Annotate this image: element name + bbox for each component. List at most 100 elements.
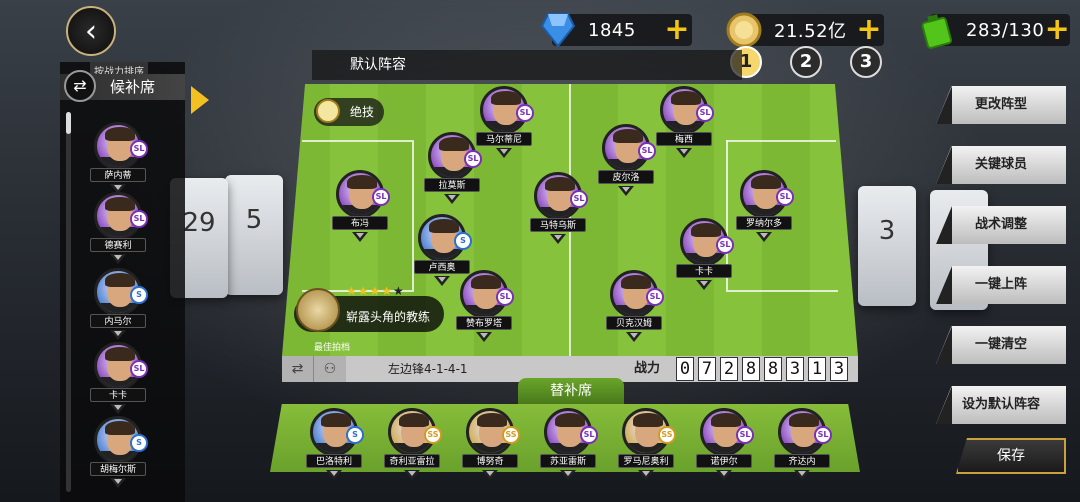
rank-badge: SL <box>130 210 148 228</box>
coin-icon <box>726 12 762 48</box>
player-card[interactable]: SL 马尔蒂尼 <box>476 86 534 164</box>
tactics-button[interactable]: 战术调整 <box>936 206 1066 244</box>
player-card[interactable]: SL 拉莫斯 <box>424 132 482 210</box>
power-digit: 3 <box>830 357 848 381</box>
player-card[interactable]: SL 诺伊尔 <box>696 408 754 486</box>
subs-tab[interactable]: 替补席 <box>518 378 624 404</box>
penalty-box-line <box>726 140 836 142</box>
coins-resource: 21.52亿 + <box>726 12 884 48</box>
position-marker <box>560 470 576 480</box>
expand-arrow-icon[interactable] <box>191 86 209 114</box>
power-digit: 0 <box>676 357 694 381</box>
formation-name[interactable]: 左边锋4-1-4-1 <box>388 356 468 382</box>
player-card[interactable]: SL 马特乌斯 <box>530 172 588 250</box>
bench-scrollbar[interactable] <box>66 112 71 492</box>
rank-badge: SL <box>516 104 534 122</box>
power-digit: 1 <box>808 357 826 381</box>
position-marker <box>326 470 342 480</box>
player-card[interactable]: SL 赞布罗塔 <box>456 270 514 348</box>
player-card[interactable]: S 内马尔 <box>90 268 148 346</box>
player-name: 苏亚雷斯 <box>540 454 596 468</box>
player-name: 布冯 <box>332 216 388 230</box>
coach-star-empty: ★ <box>393 284 405 298</box>
player-card[interactable]: SL 卡卡 <box>90 342 148 420</box>
player-card[interactable]: SL 苏亚雷斯 <box>540 408 598 486</box>
gems-resource: 1845 + <box>540 13 692 48</box>
locker-shirt <box>858 186 916 306</box>
player-name: 齐达内 <box>774 454 830 468</box>
rank-badge: SL <box>464 150 482 168</box>
rank-badge: S <box>346 426 364 444</box>
player-card[interactable]: SL 卡卡 <box>676 218 734 296</box>
swap-positions-button[interactable]: ⇄ <box>282 356 314 382</box>
rank-badge: SL <box>570 190 588 208</box>
position-marker <box>110 404 126 414</box>
player-card[interactable]: SL 罗纳尔多 <box>736 170 794 248</box>
player-card[interactable]: SL 皮尔洛 <box>598 124 656 202</box>
lineup-page-2[interactable]: 2 <box>790 46 822 78</box>
power-digit: 3 <box>786 357 804 381</box>
rank-badge: SS <box>502 426 520 444</box>
power-digit: 8 <box>742 357 760 381</box>
rank-badge: SL <box>736 426 754 444</box>
coach-button[interactable]: ★★★★★ 崭露头角的教练 <box>294 284 444 332</box>
gem-icon <box>540 13 576 48</box>
penalty-box-line <box>302 140 412 142</box>
add-energy-button[interactable]: + <box>1044 15 1070 45</box>
back-button[interactable]: ‹ <box>66 6 116 56</box>
player-card[interactable]: SS 博努奇 <box>462 408 520 486</box>
player-name: 巴洛特利 <box>306 454 362 468</box>
add-coins-button[interactable]: + <box>854 15 884 45</box>
player-card[interactable]: SL 梅西 <box>656 86 714 164</box>
player-card[interactable]: SL 齐达内 <box>774 408 832 486</box>
position-marker <box>110 254 126 264</box>
player-card[interactable]: SL 德赛利 <box>90 192 148 270</box>
player-name: 拉莫斯 <box>424 178 480 192</box>
change-formation-button[interactable]: 更改阵型 <box>936 86 1066 124</box>
set-default-button[interactable]: 设为默认阵容 <box>936 386 1066 424</box>
skill-button[interactable]: 绝技 <box>314 98 384 126</box>
best-partner-label: 最佳拍档 <box>314 343 351 353</box>
player-card[interactable]: SL 贝克汉姆 <box>606 270 664 348</box>
key-players-button[interactable]: 关键球员 <box>936 146 1066 184</box>
rank-badge: SL <box>638 142 656 160</box>
player-name: 马特乌斯 <box>530 218 586 232</box>
rank-badge: SL <box>716 236 734 254</box>
add-gems-button[interactable]: + <box>662 15 692 45</box>
lineup-name: 默认阵容 <box>312 50 742 80</box>
position-marker <box>716 470 732 480</box>
position-marker <box>110 330 126 340</box>
chemistry-button[interactable]: ⚇ <box>314 356 346 382</box>
save-button[interactable]: 保存 <box>956 438 1066 474</box>
player-card[interactable]: S 胡梅尔斯 <box>90 416 148 494</box>
player-card[interactable]: SL 萨内蒂 <box>90 122 148 200</box>
coach-name: 崭露头角的教练 <box>346 310 431 324</box>
rank-badge: SL <box>496 288 514 306</box>
lineup-page-3[interactable]: 3 <box>850 46 882 78</box>
rank-badge: SL <box>372 188 390 206</box>
rank-badge: S <box>130 434 148 452</box>
player-card[interactable]: SS 奇利亚雷拉 <box>384 408 442 486</box>
network-icon: ⚇ <box>323 361 337 377</box>
rank-badge: SL <box>130 140 148 158</box>
position-marker <box>444 194 460 204</box>
auto-lineup-button[interactable]: 一键上阵 <box>936 266 1066 304</box>
position-marker <box>482 470 498 480</box>
player-card[interactable]: SL 布冯 <box>332 170 390 248</box>
sort-toggle-button[interactable]: ⇄ <box>64 70 96 102</box>
player-name: 萨内蒂 <box>90 168 146 182</box>
scrollbar-thumb[interactable] <box>66 112 71 134</box>
position-marker <box>756 232 772 242</box>
rank-badge: SL <box>130 360 148 378</box>
clear-all-button[interactable]: 一键清空 <box>936 326 1066 364</box>
player-card[interactable]: SS 罗马尼奥利 <box>618 408 676 486</box>
rank-badge: SL <box>776 188 794 206</box>
power-label: 战力 <box>634 361 661 376</box>
position-marker <box>676 148 692 158</box>
player-name: 奇利亚雷拉 <box>384 454 440 468</box>
player-name: 罗纳尔多 <box>736 216 792 230</box>
rank-badge: SS <box>424 426 442 444</box>
bench-panel: 按战力排序 候补席 ⇄ SL 萨内蒂 SL 德赛利 S 内马尔 SL 卡卡 S 胡梅尔斯 <box>60 62 209 502</box>
player-card[interactable]: S 巴洛特利 <box>306 408 364 486</box>
player-name: 贝克汉姆 <box>606 316 662 330</box>
